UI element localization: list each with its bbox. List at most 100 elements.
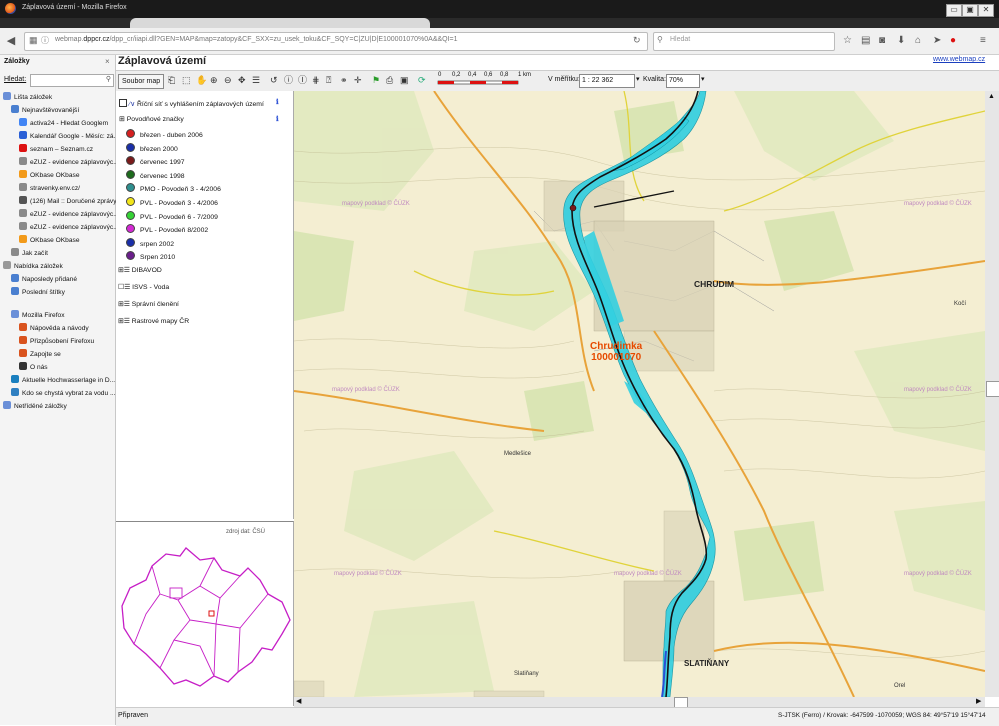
sidebar-bookmark-item[interactable]: eZUZ - evidence záplavovýc... xyxy=(19,208,119,221)
sidebar-bookmark-item[interactable]: Zapojte se xyxy=(19,348,61,361)
sidebar-bookmark-item[interactable]: OKbase OKbase xyxy=(19,234,79,247)
quality-select[interactable]: 70% ▾ xyxy=(666,74,705,88)
hamburger-menu-icon[interactable]: ≡ xyxy=(980,35,986,46)
sidebar-search-input[interactable]: ⚲ xyxy=(30,74,114,87)
back-view-icon[interactable]: ↺ xyxy=(270,75,278,86)
sidebar-bookmark-item[interactable]: stravenky.env.cz/ xyxy=(19,182,80,195)
info-tool-icon[interactable]: ⓘ xyxy=(284,75,293,86)
flood-mark-item[interactable]: březen 2000 xyxy=(126,142,178,153)
sidebar-bookmark-item[interactable]: Nápověda a návody xyxy=(19,322,89,335)
layers-icon[interactable]: ⎗ xyxy=(168,75,175,86)
send-icon[interactable]: ➤ xyxy=(933,35,941,46)
layer-river-network[interactable]: ⁄∨ Říční síť s vyhlášením záplavových úz… xyxy=(119,99,264,108)
back-arrow-icon[interactable]: ◀ xyxy=(4,34,18,48)
bookmark-star-icon[interactable]: ☆ xyxy=(843,35,852,46)
zoom-in-icon[interactable]: ⊕ xyxy=(210,75,218,86)
info-icon[interactable]: ⓘ xyxy=(41,35,49,46)
flood-mark-item[interactable]: PVL - Povodeň 8/2002 xyxy=(126,224,208,234)
expand-icon[interactable]: ⊞☰ xyxy=(118,318,132,325)
sidebar-item-label: Mozilla Firefox xyxy=(22,312,65,319)
expand-icon[interactable]: ⊞☰ xyxy=(118,267,132,274)
move-icon[interactable]: ✥ xyxy=(238,75,246,86)
save-icon[interactable]: ▣ xyxy=(400,75,409,86)
refresh-map-icon[interactable]: ⟳ xyxy=(418,75,426,86)
flood-mark-item[interactable]: březen - duben 2006 xyxy=(126,129,203,139)
legend-list-icon[interactable]: ☰ xyxy=(252,75,260,86)
pan-hand-icon[interactable]: ✋ xyxy=(196,75,207,86)
sidebar-bookmark-item[interactable]: Poslední štítky xyxy=(11,286,65,299)
flood-mark-item[interactable]: srpen 2002 xyxy=(126,237,174,248)
expand-icon[interactable]: ⊞☰ xyxy=(118,301,132,308)
url-bar[interactable]: ▦ ⓘ webmap.dppcr.cz/dpp_cr/iiapi.dll?GEN… xyxy=(24,32,648,51)
sidebar-bookmark-item[interactable]: Kalendář Google - Měsíc: zá... xyxy=(19,130,119,143)
layer-group-item[interactable]: ⊞☰ DIBAVOD xyxy=(118,266,162,274)
scroll-right-icon[interactable]: ▶ xyxy=(976,697,981,705)
browser-tab[interactable] xyxy=(130,18,430,28)
crosshair-icon[interactable]: ✛ xyxy=(354,75,362,86)
zoom-out-icon[interactable]: ⊖ xyxy=(224,75,232,86)
scroll-thumb[interactable] xyxy=(986,381,999,397)
soubor-map-button[interactable]: Soubor map xyxy=(118,74,165,89)
chevron-down-icon: ▾ xyxy=(701,76,705,83)
select-icon[interactable]: ⬚ xyxy=(182,75,191,86)
reading-list-icon[interactable]: ▤ xyxy=(861,35,870,46)
minimize-button[interactable]: ▭ xyxy=(946,4,962,17)
download-icon[interactable]: ⬇ xyxy=(897,35,905,46)
query-icon[interactable]: ⍰ xyxy=(326,75,331,86)
layer-group-item[interactable]: ☐☰ ISVS - Voda xyxy=(118,283,169,291)
sidebar-bookmark-item[interactable]: Lišta záložek xyxy=(3,91,52,104)
home-icon[interactable]: ⌂ xyxy=(915,35,921,46)
identify-icon[interactable]: Ⓘ xyxy=(298,75,307,86)
grid-icon[interactable]: ▦ xyxy=(29,35,38,46)
grid-tool-icon[interactable]: ⋕ xyxy=(312,75,320,86)
layer-group-item[interactable]: ⊞☰ Správní členění xyxy=(118,300,179,308)
binoculars-icon[interactable]: ⚭ xyxy=(340,75,348,86)
flood-mark-item[interactable]: PMO - Povodeň 3 - 4/2006 xyxy=(126,183,221,193)
sidebar-close-icon[interactable]: × xyxy=(105,57,110,66)
expand-icon[interactable]: ☐☰ xyxy=(118,284,132,291)
sidebar-bookmark-item[interactable]: Kdo se chystá vybrat za vodu ... xyxy=(11,387,115,400)
sidebar-bookmark-item[interactable]: Netříděné záložky xyxy=(3,400,67,413)
info-icon[interactable]: ℹ xyxy=(276,98,279,106)
flood-mark-item[interactable]: červenec 1997 xyxy=(126,156,185,166)
sidebar-bookmark-item[interactable]: activa24 - Hledat Googlem xyxy=(19,117,108,130)
maximize-button[interactable]: ▣ xyxy=(962,4,978,17)
sidebar-bookmark-item[interactable]: OKbase OKbase xyxy=(19,169,79,182)
sidebar-bookmark-item[interactable]: Přizpůsobení Firefoxu xyxy=(19,335,94,348)
webmap-link[interactable]: www.webmap.cz xyxy=(933,56,985,63)
flag-icon[interactable]: ⚑ xyxy=(372,75,380,86)
checkbox[interactable] xyxy=(119,99,127,107)
flood-mark-item[interactable]: červenec 1998 xyxy=(126,169,185,180)
flood-mark-item[interactable]: PVL - Povodeň 3 - 4/2006 xyxy=(126,197,218,207)
sidebar-bookmark-item[interactable]: Naposledy přidané xyxy=(11,273,77,286)
sidebar-bookmark-item[interactable]: eZUZ - evidence záplavovýc... xyxy=(19,221,119,234)
map-canvas[interactable]: Chrudimka 100001070 CHRUDIM SLATIŇANY Ko… xyxy=(294,91,985,697)
sidebar-bookmark-item[interactable]: Nejnavštěvovanější xyxy=(11,104,79,117)
sidebar-bookmark-item[interactable]: seznam – Seznam.cz xyxy=(19,143,93,156)
sidebar-bookmark-item[interactable]: Aktuelle Hochwasserlage in D... xyxy=(11,374,115,387)
reload-icon[interactable]: ↻ xyxy=(633,35,641,46)
info-icon[interactable]: ℹ xyxy=(276,115,279,123)
scroll-left-icon[interactable]: ◀ xyxy=(296,697,301,705)
pocket-icon[interactable]: ◙ xyxy=(879,35,885,46)
overview-map[interactable]: zdroj dat: ČSÚ xyxy=(116,521,294,706)
sidebar-bookmark-item[interactable]: O nás xyxy=(19,361,48,374)
expand-icon[interactable]: ⊞ xyxy=(119,116,125,123)
sidebar-bookmark-item[interactable]: Jak začít xyxy=(11,247,48,260)
search-input[interactable]: ⚲ Hledat xyxy=(653,32,835,51)
sidebar-bookmark-item[interactable]: (126) Mail :: Doručené zprávy xyxy=(19,195,117,208)
layer-flood-marks[interactable]: ⊞ Povodňové značky xyxy=(119,115,184,123)
map-horizontal-scrollbar[interactable]: ◀ ▶ xyxy=(294,697,985,708)
scale-select[interactable]: 1 : 22 362 ▾ xyxy=(579,74,640,88)
close-window-button[interactable]: ✕ xyxy=(978,4,994,17)
flood-mark-item[interactable]: PVL - Povodeň 6 - 7/2009 xyxy=(126,210,218,221)
map-vertical-scrollbar[interactable]: ▲ xyxy=(985,91,999,697)
sidebar-bookmark-item[interactable]: eZUZ - evidence záplavovýc... xyxy=(19,156,119,169)
layer-group-item[interactable]: ⊞☰ Rastrové mapy ČR xyxy=(118,317,189,325)
adblock-icon[interactable]: ● xyxy=(950,35,956,46)
sidebar-bookmark-item[interactable]: Nabídka záložek xyxy=(3,260,63,273)
flood-mark-item[interactable]: Srpen 2010 xyxy=(126,251,175,261)
sidebar-bookmark-item[interactable]: Mozilla Firefox xyxy=(11,309,65,322)
scroll-up-icon[interactable]: ▲ xyxy=(988,93,995,100)
print-icon[interactable]: ⎙ xyxy=(386,75,393,86)
